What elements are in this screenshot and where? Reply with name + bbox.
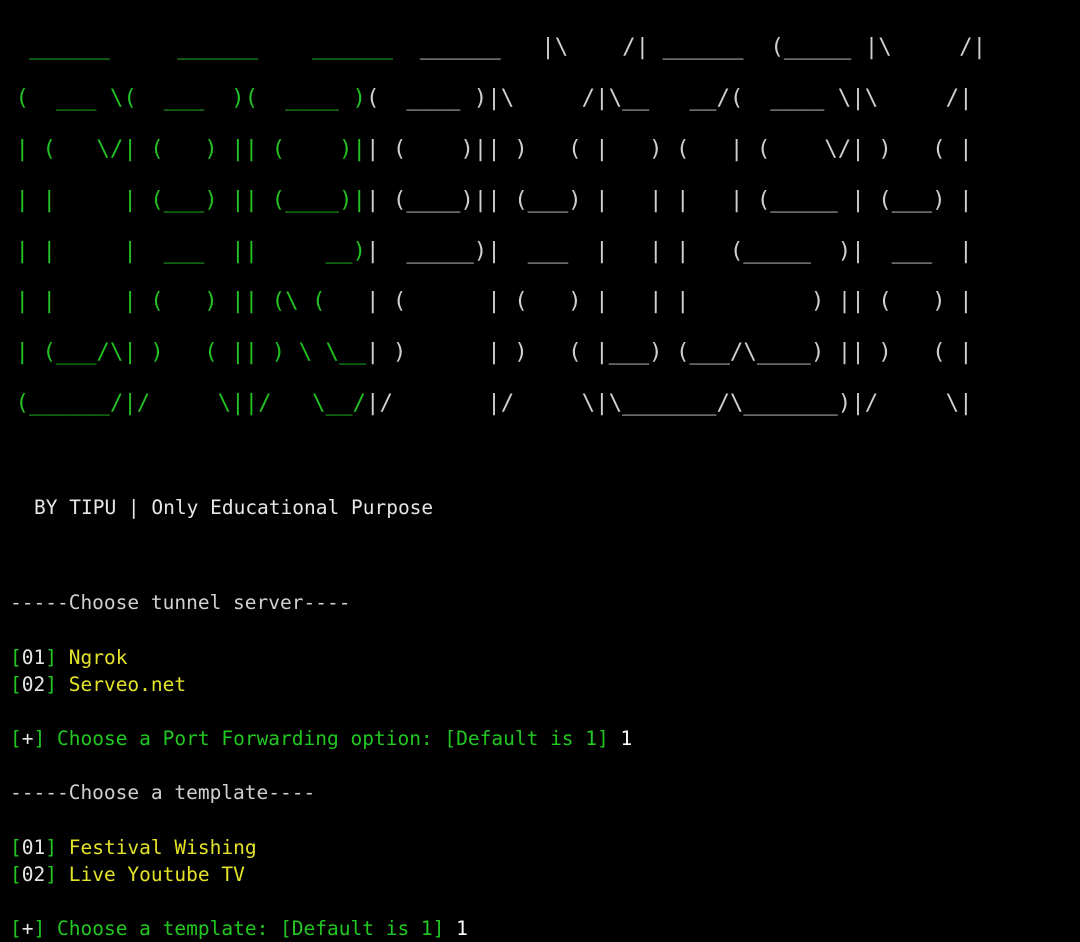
port-forwarding-input-value[interactable]: 1 — [621, 727, 633, 750]
bracket-close: ] — [45, 863, 57, 887]
bracket-close: ] — [45, 673, 57, 697]
prompt-bracket-open: [ — [10, 727, 22, 751]
banner-row: | | | ( ) || (\ ( | ( | ( ) | | | ) || (… — [2, 289, 1080, 314]
tunnel-option-ngrok[interactable]: [01] Ngrok — [0, 644, 1080, 671]
bracket-open: [ — [10, 836, 22, 860]
plus-icon: + — [21, 727, 34, 751]
prompt-bracket-close: ] — [33, 917, 46, 941]
template-input-value[interactable]: 1 — [456, 917, 468, 940]
banner-green-segment: | (___/\| ) ( || ) \ \__ — [2, 339, 366, 366]
prompt-bracket-open: [ — [10, 917, 22, 941]
banner-white-segment: | ) | ) ( |___) (___/\____) || ) ( | — [365, 339, 973, 366]
banner-white-segment: | _____)| ___ | | | (_____ )| ___ | — [365, 237, 973, 264]
banner-row: | (___/\| ) ( || ) \ \__| ) | ) ( |___) … — [2, 340, 1080, 365]
banner-green-segment: ______ ______ ______ — [2, 34, 420, 61]
option-label: Live Youtube TV — [68, 863, 245, 887]
option-label: Ngrok — [68, 646, 128, 670]
banner-row: | ( \/| ( ) || ( )|| ( )|| ) ( | ) ( | (… — [2, 136, 1080, 163]
banner-white-segment: |/ |/ \|\_______/\_______)|/ \| — [365, 390, 973, 417]
banner-white-segment: ______ |\ /| ______ (_____ |\ /| — [419, 34, 987, 61]
bracket-open: [ — [10, 863, 22, 887]
option-number: 01 — [21, 836, 46, 860]
banner-white-segment: ( ____ )|\ /|\__ __/( ____ \|\ /| — [365, 85, 973, 112]
tunnel-option-serveo[interactable]: [02] Serveo.net — [0, 671, 1080, 698]
bracket-open: [ — [10, 673, 22, 697]
banner-green-segment: ( ___ \( ___ )( ____ ) — [2, 85, 366, 112]
camphish-ascii-banner: ______ ______ ______ ______ |\ /| ______… — [0, 0, 1080, 467]
terminal-window[interactable]: ______ ______ ______ ______ |\ /| ______… — [0, 0, 1080, 940]
banner-green-segment: | | | ___ || __) — [2, 237, 366, 264]
prompt-bracket-close: ] — [33, 727, 46, 751]
option-number: 02 — [21, 673, 46, 697]
banner-row: | | | (___) || (____)|| (____)|| (___) |… — [2, 186, 1080, 213]
banner-row: | | | ___ || __)| _____)| ___ | | | (___… — [2, 237, 1080, 264]
banner-white-segment: | ( )|| ) ( | ) ( | ( \/| ) ( | — [365, 136, 973, 163]
banner-white-segment: | (____)|| (___) | | | | (_____ | (___) … — [365, 186, 973, 213]
banner-green-segment: (______/|/ \||/ \__/ — [2, 390, 366, 417]
bracket-close: ] — [45, 836, 57, 860]
tunnel-server-heading: -----Choose tunnel server---- — [10, 591, 351, 615]
option-label: Festival Wishing — [68, 836, 257, 860]
bracket-close: ] — [45, 646, 57, 670]
banner-green-segment: | | | ( ) || (\ ( — [2, 288, 366, 315]
prompt-text: Choose a template: [Default is 1] — [45, 917, 457, 941]
banner-row: (______/|/ \||/ \__/|/ |/ \|\_______/\__… — [2, 390, 1080, 417]
port-forwarding-prompt[interactable]: [+] Choose a Port Forwarding option: [De… — [0, 725, 1080, 752]
template-prompt[interactable]: [+] Choose a template: [Default is 1] 1 — [0, 915, 1080, 942]
prompt-text: Choose a Port Forwarding option: [Defaul… — [45, 727, 621, 751]
banner-row: ______ ______ ______ ______ |\ /| ______… — [2, 35, 1080, 60]
banner-green-segment: | ( \/| ( ) || ( )| — [2, 136, 366, 163]
banner-row: ( ___ \( ___ )( ____ )( ____ )|\ /|\__ _… — [2, 86, 1080, 111]
bracket-open: [ — [10, 646, 22, 670]
option-number: 02 — [21, 863, 46, 887]
credit-line: BY TIPU | Only Educational Purpose — [34, 496, 434, 520]
plus-icon: + — [21, 917, 34, 941]
template-option-festival-wishing[interactable]: [01] Festival Wishing — [0, 834, 1080, 861]
banner-white-segment: | ( | ( ) | | | ) || ( ) | — [365, 288, 973, 315]
banner-green-segment: | | | (___) || (____)| — [2, 186, 366, 213]
option-number: 01 — [21, 646, 46, 670]
template-heading: -----Choose a template---- — [10, 781, 316, 805]
template-option-live-youtube-tv[interactable]: [02] Live Youtube TV — [0, 861, 1080, 888]
option-label: Serveo.net — [68, 673, 187, 697]
